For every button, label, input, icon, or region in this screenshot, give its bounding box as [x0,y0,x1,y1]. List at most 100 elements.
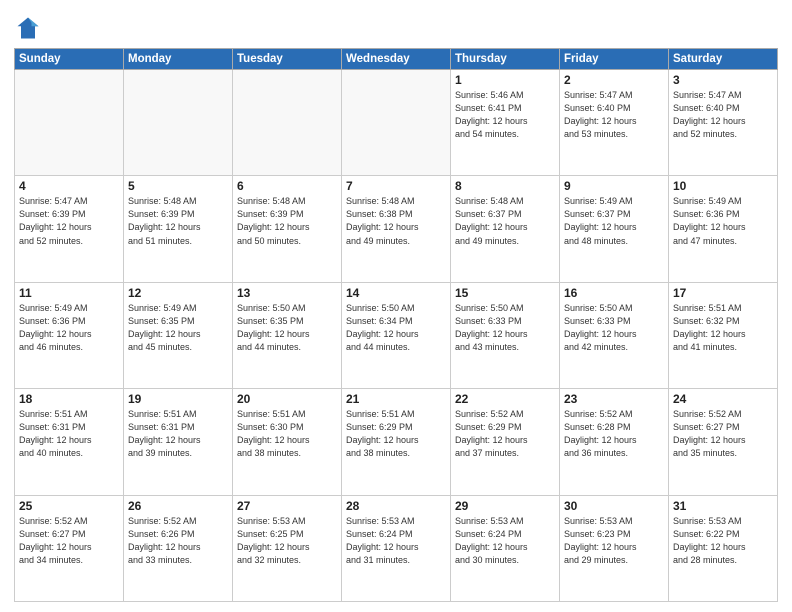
calendar-cell [124,70,233,176]
day-info: Sunrise: 5:46 AM Sunset: 6:41 PM Dayligh… [455,89,555,141]
calendar-cell: 12 Sunrise: 5:49 AM Sunset: 6:35 PM Dayli… [124,282,233,388]
day-info: Sunrise: 5:53 AM Sunset: 6:22 PM Dayligh… [673,515,773,567]
weekday-tuesday: Tuesday [233,49,342,70]
weekday-monday: Monday [124,49,233,70]
calendar-cell: 8Sunrise: 5:48 AM Sunset: 6:37 PM Daylig… [451,176,560,282]
weekday-friday: Friday [560,49,669,70]
day-number: 7 [346,179,446,193]
day-info: Sunrise: 5:52 AM Sunset: 6:28 PM Dayligh… [564,408,664,460]
day-info: Sunrise: 5:50 AM Sunset: 6:34 PM Dayligh… [346,302,446,354]
day-info: Sunrise: 5:48 AM Sunset: 6:38 PM Dayligh… [346,195,446,247]
day-number: 6 [237,179,337,193]
day-info: Sunrise: 5:51 AM Sunset: 6:32 PM Dayligh… [673,302,773,354]
day-number: 14 [346,286,446,300]
day-info: Sunrise: 5:49 AM Sunset: 6:35 PM Dayligh… [128,302,228,354]
day-number: 12 [128,286,228,300]
day-info: Sunrise: 5:48 AM Sunset: 6:39 PM Dayligh… [237,195,337,247]
weekday-header-row: SundayMondayTuesdayWednesdayThursdayFrid… [15,49,778,70]
day-info: Sunrise: 5:49 AM Sunset: 6:36 PM Dayligh… [19,302,119,354]
day-info: Sunrise: 5:47 AM Sunset: 6:40 PM Dayligh… [673,89,773,141]
page: SundayMondayTuesdayWednesdayThursdayFrid… [0,0,792,612]
week-row-2: 4Sunrise: 5:47 AM Sunset: 6:39 PM Daylig… [15,176,778,282]
day-number: 26 [128,499,228,513]
calendar-cell: 14 Sunrise: 5:50 AM Sunset: 6:34 PM Dayli… [342,282,451,388]
header [14,10,778,42]
day-number: 29 [455,499,555,513]
calendar-cell: 23 Sunrise: 5:52 AM Sunset: 6:28 PM Dayli… [560,389,669,495]
day-number: 2 [564,73,664,87]
day-info: Sunrise: 5:47 AM Sunset: 6:39 PM Dayligh… [19,195,119,247]
day-info: Sunrise: 5:52 AM Sunset: 6:26 PM Dayligh… [128,515,228,567]
day-number: 22 [455,392,555,406]
day-info: Sunrise: 5:51 AM Sunset: 6:29 PM Dayligh… [346,408,446,460]
calendar-cell: 10Sunrise: 5:49 AM Sunset: 6:36 PM Dayli… [669,176,778,282]
day-number: 23 [564,392,664,406]
calendar-cell: 3 Sunrise: 5:47 AM Sunset: 6:40 PM Daylig… [669,70,778,176]
day-info: Sunrise: 5:52 AM Sunset: 6:27 PM Dayligh… [19,515,119,567]
day-info: Sunrise: 5:53 AM Sunset: 6:24 PM Dayligh… [455,515,555,567]
day-number: 17 [673,286,773,300]
calendar-cell: 31 Sunrise: 5:53 AM Sunset: 6:22 PM Dayli… [669,495,778,601]
calendar-cell: 19 Sunrise: 5:51 AM Sunset: 6:31 PM Dayli… [124,389,233,495]
weekday-wednesday: Wednesday [342,49,451,70]
week-row-1: 1 Sunrise: 5:46 AM Sunset: 6:41 PM Daylig… [15,70,778,176]
day-number: 30 [564,499,664,513]
day-number: 24 [673,392,773,406]
calendar-cell: 30Sunrise: 5:53 AM Sunset: 6:23 PM Dayli… [560,495,669,601]
day-number: 19 [128,392,228,406]
calendar-cell: 20Sunrise: 5:51 AM Sunset: 6:30 PM Dayli… [233,389,342,495]
calendar-cell: 6 Sunrise: 5:48 AM Sunset: 6:39 PM Daylig… [233,176,342,282]
calendar-cell: 26 Sunrise: 5:52 AM Sunset: 6:26 PM Dayli… [124,495,233,601]
calendar-cell: 1 Sunrise: 5:46 AM Sunset: 6:41 PM Daylig… [451,70,560,176]
calendar-cell: 27 Sunrise: 5:53 AM Sunset: 6:25 PM Dayli… [233,495,342,601]
calendar-cell: 4Sunrise: 5:47 AM Sunset: 6:39 PM Daylig… [15,176,124,282]
day-info: Sunrise: 5:48 AM Sunset: 6:39 PM Dayligh… [128,195,228,247]
day-number: 31 [673,499,773,513]
day-number: 20 [237,392,337,406]
day-info: Sunrise: 5:49 AM Sunset: 6:37 PM Dayligh… [564,195,664,247]
calendar-cell: 15 Sunrise: 5:50 AM Sunset: 6:33 PM Dayli… [451,282,560,388]
calendar-cell: 17 Sunrise: 5:51 AM Sunset: 6:32 PM Dayli… [669,282,778,388]
day-info: Sunrise: 5:50 AM Sunset: 6:33 PM Dayligh… [455,302,555,354]
day-number: 28 [346,499,446,513]
day-number: 9 [564,179,664,193]
calendar-cell: 21Sunrise: 5:51 AM Sunset: 6:29 PM Dayli… [342,389,451,495]
day-info: Sunrise: 5:53 AM Sunset: 6:24 PM Dayligh… [346,515,446,567]
calendar-cell [342,70,451,176]
day-number: 5 [128,179,228,193]
day-number: 15 [455,286,555,300]
calendar-cell: 11 Sunrise: 5:49 AM Sunset: 6:36 PM Dayli… [15,282,124,388]
day-number: 16 [564,286,664,300]
weekday-sunday: Sunday [15,49,124,70]
calendar-cell: 7 Sunrise: 5:48 AM Sunset: 6:38 PM Daylig… [342,176,451,282]
calendar-cell: 29 Sunrise: 5:53 AM Sunset: 6:24 PM Dayli… [451,495,560,601]
calendar-cell: 13 Sunrise: 5:50 AM Sunset: 6:35 PM Dayli… [233,282,342,388]
day-number: 3 [673,73,773,87]
week-row-5: 25 Sunrise: 5:52 AM Sunset: 6:27 PM Dayli… [15,495,778,601]
calendar-cell: 5 Sunrise: 5:48 AM Sunset: 6:39 PM Daylig… [124,176,233,282]
weekday-thursday: Thursday [451,49,560,70]
day-number: 1 [455,73,555,87]
weekday-saturday: Saturday [669,49,778,70]
calendar-cell [233,70,342,176]
calendar-cell: 9 Sunrise: 5:49 AM Sunset: 6:37 PM Daylig… [560,176,669,282]
calendar-cell: 22 Sunrise: 5:52 AM Sunset: 6:29 PM Dayli… [451,389,560,495]
day-info: Sunrise: 5:53 AM Sunset: 6:25 PM Dayligh… [237,515,337,567]
day-info: Sunrise: 5:51 AM Sunset: 6:31 PM Dayligh… [19,408,119,460]
day-info: Sunrise: 5:48 AM Sunset: 6:37 PM Dayligh… [455,195,555,247]
day-number: 27 [237,499,337,513]
day-info: Sunrise: 5:51 AM Sunset: 6:31 PM Dayligh… [128,408,228,460]
week-row-4: 18 Sunrise: 5:51 AM Sunset: 6:31 PM Dayli… [15,389,778,495]
day-info: Sunrise: 5:50 AM Sunset: 6:35 PM Dayligh… [237,302,337,354]
day-number: 18 [19,392,119,406]
day-info: Sunrise: 5:52 AM Sunset: 6:29 PM Dayligh… [455,408,555,460]
day-number: 10 [673,179,773,193]
day-number: 13 [237,286,337,300]
calendar-cell: 2 Sunrise: 5:47 AM Sunset: 6:40 PM Daylig… [560,70,669,176]
day-number: 25 [19,499,119,513]
calendar-cell: 25 Sunrise: 5:52 AM Sunset: 6:27 PM Dayli… [15,495,124,601]
day-info: Sunrise: 5:52 AM Sunset: 6:27 PM Dayligh… [673,408,773,460]
logo-icon [14,14,42,42]
day-number: 11 [19,286,119,300]
day-info: Sunrise: 5:47 AM Sunset: 6:40 PM Dayligh… [564,89,664,141]
